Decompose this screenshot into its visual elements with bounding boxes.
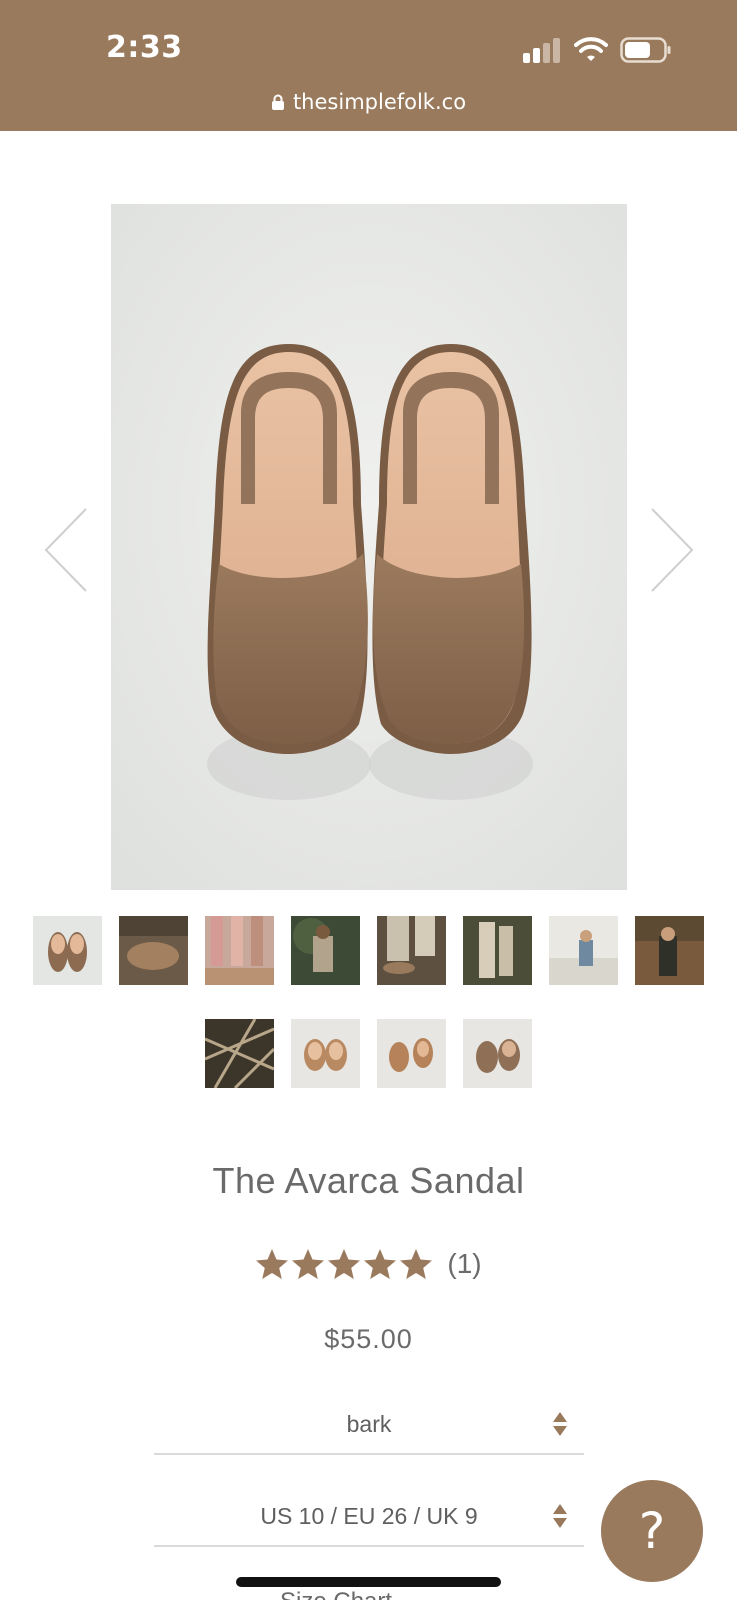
url-bar[interactable]: thesimplefolk.co [0, 90, 737, 114]
thumbnail-row-2 [0, 1019, 737, 1088]
color-select[interactable]: bark [154, 1395, 584, 1455]
star-icon [292, 1249, 325, 1279]
product-rating[interactable]: (1) [0, 1248, 737, 1280]
status-time: 2:33 [106, 30, 183, 65]
chevron-left-icon[interactable] [42, 505, 92, 595]
thumbnail-11[interactable] [377, 1019, 446, 1088]
thumbnail-9[interactable] [205, 1019, 274, 1088]
review-count: (1) [447, 1248, 482, 1279]
thumbnail-2[interactable] [119, 916, 188, 985]
star-icon [400, 1249, 433, 1279]
home-indicator [236, 1577, 501, 1587]
thumbnail-1[interactable] [33, 916, 102, 985]
thumbnail-3[interactable] [205, 916, 274, 985]
size-select[interactable]: US 10 / EU 26 / UK 9 [154, 1487, 584, 1547]
battery-icon [620, 37, 671, 63]
help-button[interactable]: ? [601, 1480, 703, 1582]
thumbnail-6[interactable] [463, 916, 532, 985]
thumbnail-5[interactable] [377, 916, 446, 985]
star-rating [255, 1248, 433, 1280]
sandals-photo [111, 204, 627, 890]
signal-icon [523, 38, 560, 63]
updown-icon [553, 1412, 567, 1436]
thumbnail-row-1 [0, 916, 737, 985]
wifi-icon [574, 37, 608, 61]
size-chart-link[interactable]: Size Chart [280, 1588, 392, 1600]
thumbnail-12[interactable] [463, 1019, 532, 1088]
thumbnail-10[interactable] [291, 1019, 360, 1088]
thumbnail-4[interactable] [291, 916, 360, 985]
updown-icon [553, 1504, 567, 1528]
chevron-right-icon[interactable] [646, 505, 696, 595]
product-main-image[interactable] [111, 204, 627, 890]
star-icon [256, 1249, 289, 1279]
browser-top-bar: 2:33 thesimplefolk.co [0, 0, 737, 131]
color-select-value: bark [346, 1410, 392, 1437]
size-select-value: US 10 / EU 26 / UK 9 [260, 1502, 478, 1529]
thumbnail-7[interactable] [549, 916, 618, 985]
star-icon [328, 1249, 361, 1279]
thumbnail-8[interactable] [635, 916, 704, 985]
star-icon [364, 1249, 397, 1279]
url-text: thesimplefolk.co [292, 90, 467, 114]
lock-icon [271, 94, 284, 110]
product-title: The Avarca Sandal [212, 1160, 525, 1201]
product-price: $55.00 [324, 1324, 413, 1354]
